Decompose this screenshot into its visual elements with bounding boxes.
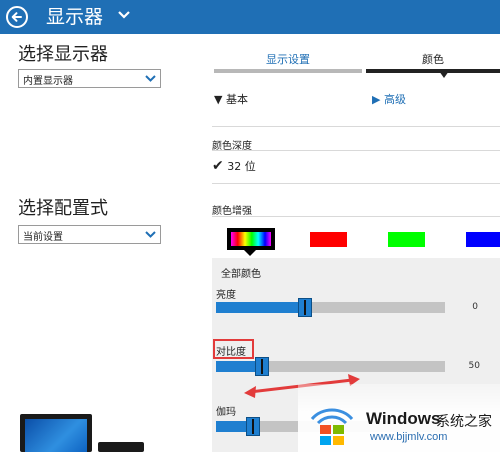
swatch-blue[interactable]: [466, 232, 500, 247]
brightness-slider-thumb[interactable]: [298, 298, 313, 317]
watermark-brand: Windows: [366, 409, 441, 428]
tab-underline: [214, 69, 362, 73]
divider: [212, 183, 500, 184]
back-arrow-circle-icon[interactable]: [6, 6, 28, 28]
advanced-mode-link[interactable]: ▶ 高级: [372, 91, 406, 107]
tab-display-settings[interactable]: 显示设置: [214, 52, 362, 74]
watermark-url: www.bjjmlv.com: [370, 431, 448, 443]
contrast-slider[interactable]: [216, 357, 445, 376]
all-colors-label: 全部颜色: [221, 269, 261, 280]
triangle-right-icon: ▶: [372, 93, 381, 106]
advanced-mode-label: 高级: [383, 93, 406, 106]
divider: [212, 216, 500, 217]
triangle-down-icon: ▼: [214, 93, 223, 106]
secondary-monitor-image: [98, 442, 144, 452]
contrast-highlight: [213, 339, 254, 359]
active-tab-pointer-icon: [439, 71, 449, 78]
swatch-red[interactable]: [310, 232, 347, 247]
color-depth-value[interactable]: ✔ 32 位: [212, 158, 256, 174]
color-enhance-heading: 颜色增强: [212, 206, 252, 217]
chevron-down-icon[interactable]: [118, 11, 130, 19]
chevron-down-icon: [145, 75, 156, 82]
display-select-value: 内置显示器: [23, 76, 73, 87]
checkmark-icon: ✔: [212, 158, 224, 174]
select-display-heading: 选择显示器: [18, 44, 108, 65]
gamma-slider-thumb[interactable]: [245, 417, 260, 436]
tab-color[interactable]: 颜色: [366, 52, 500, 74]
tab-color-label: 颜色: [422, 53, 444, 66]
swatch-green[interactable]: [388, 232, 425, 247]
profile-select-value: 当前设置: [23, 232, 63, 243]
select-profile-heading: 选择配置式: [18, 198, 108, 219]
basic-mode-label: 基本: [225, 93, 248, 106]
monitor-screen: [25, 419, 87, 452]
swatch-pointer-icon: [244, 250, 256, 256]
brightness-value: 0: [472, 302, 478, 312]
windows-logo-icon: [310, 408, 354, 445]
brightness-slider-fill: [216, 302, 306, 313]
tab-display-settings-label: 显示设置: [266, 53, 310, 66]
display-select[interactable]: 内置显示器: [18, 69, 161, 88]
profile-select[interactable]: 当前设置: [18, 225, 161, 244]
swatch-all-colors[interactable]: [227, 228, 275, 250]
rainbow-icon: [231, 232, 271, 246]
basic-mode-toggle[interactable]: ▼ 基本: [214, 91, 248, 107]
monitor-image: [20, 414, 92, 452]
brightness-label: 亮度: [216, 290, 236, 301]
color-depth-label: 32 位: [227, 160, 256, 173]
watermark-brand-suffix: 系统之家: [436, 414, 492, 430]
divider: [212, 150, 500, 151]
gamma-label: 伽玛: [216, 407, 236, 418]
page-title: 显示器: [46, 6, 104, 28]
title-bar: 显示器: [0, 0, 500, 34]
contrast-value: 50: [468, 361, 480, 371]
chevron-down-icon: [145, 231, 156, 238]
brightness-slider[interactable]: [216, 298, 445, 317]
divider: [212, 126, 500, 127]
tab-underline-active: [366, 69, 500, 73]
